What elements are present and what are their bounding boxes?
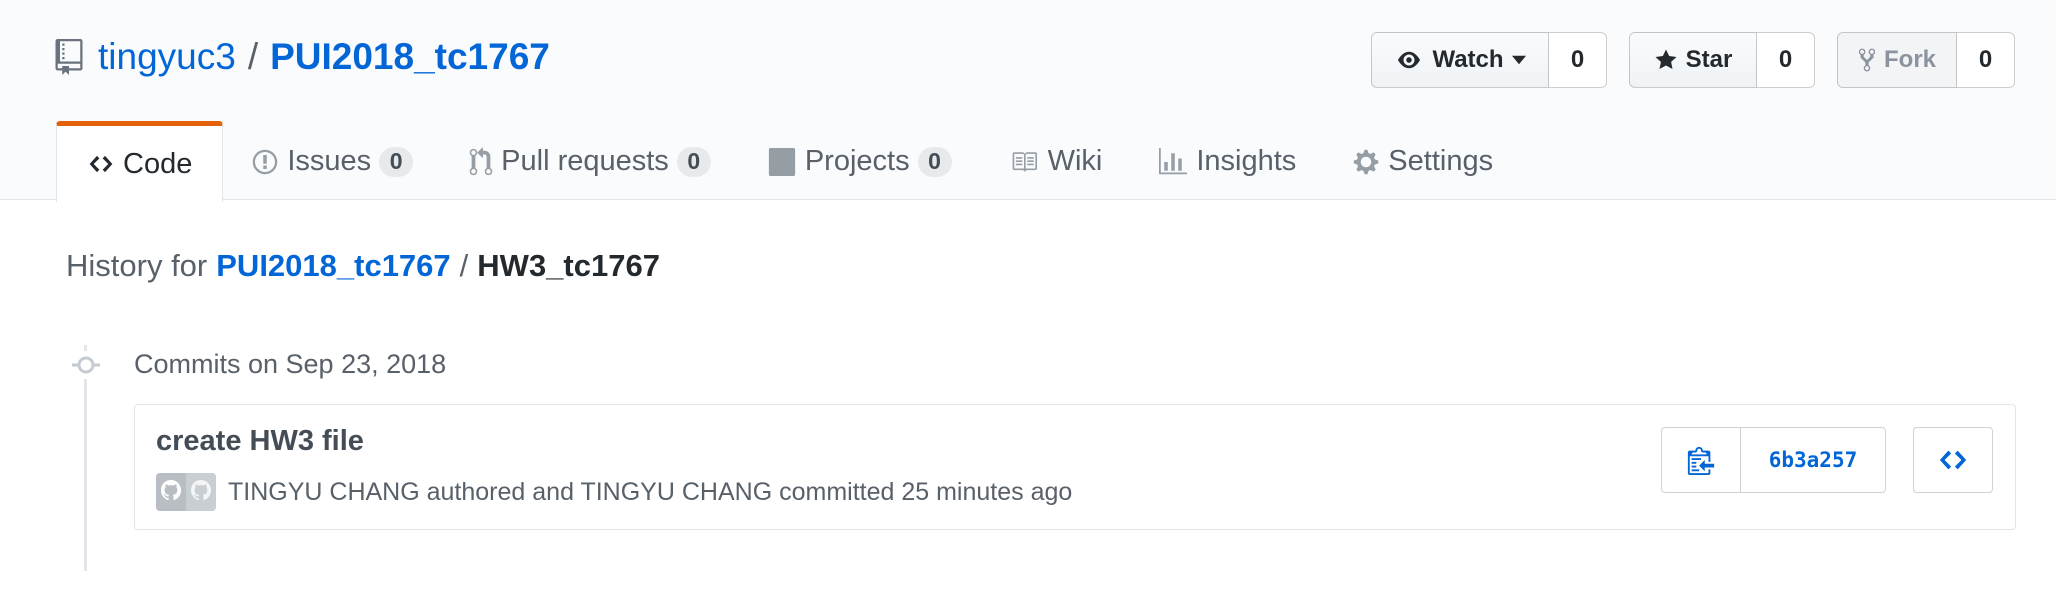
breadcrumb-separator: / — [459, 248, 469, 283]
tab-code[interactable]: Code — [56, 121, 224, 202]
commit-meta: TINGYU CHANG authored and TINGYU CHANG c… — [156, 473, 1072, 511]
history-prefix: History for — [66, 248, 208, 283]
fork-count[interactable]: 0 — [1957, 32, 2015, 88]
sha-group: 6b3a257 — [1661, 427, 1886, 493]
star-icon — [1655, 49, 1677, 69]
tab-settings[interactable]: Settings — [1324, 119, 1521, 201]
browse-repo-at-commit-button[interactable] — [1913, 427, 1993, 493]
graph-icon — [1159, 147, 1188, 174]
watch-button[interactable]: Watch — [1371, 32, 1549, 88]
gear-icon — [1354, 149, 1379, 174]
repo-actions: Watch 0 Star 0 Fork 0 — [1371, 32, 2015, 88]
tab-insights-label: Insights — [1196, 145, 1297, 177]
tab-code-label: Code — [123, 147, 193, 180]
tab-insights[interactable]: Insights — [1130, 119, 1324, 201]
wiki-book-icon — [1012, 151, 1037, 172]
star-group: Star 0 — [1629, 32, 1815, 88]
repo-icon — [55, 39, 83, 75]
commit-message-link[interactable]: create HW3 file — [156, 425, 364, 458]
code-icon — [89, 155, 113, 173]
caret-down-icon — [1511, 55, 1526, 65]
tab-projects[interactable]: Projects 0 — [739, 119, 980, 201]
issues-counter: 0 — [379, 146, 414, 177]
pull-request-icon — [469, 146, 493, 175]
watch-label: Watch — [1432, 46, 1504, 73]
fork-group: Fork 0 — [1837, 32, 2015, 88]
clipboard-icon — [1687, 446, 1715, 475]
tab-pull-requests[interactable]: Pull requests 0 — [441, 119, 739, 201]
copy-sha-button[interactable] — [1661, 427, 1741, 493]
commit-group-title: Commits on Sep 23, 2018 — [134, 348, 447, 379]
pull-requests-counter: 0 — [676, 146, 711, 177]
eye-icon — [1398, 51, 1421, 69]
tab-wiki[interactable]: Wiki — [980, 119, 1131, 201]
commit-item: create HW3 file TINGYU CHANG authored an… — [134, 404, 2016, 530]
repo-owner-link[interactable]: tingyuc3 — [98, 36, 236, 78]
star-count[interactable]: 0 — [1757, 32, 1815, 88]
commit-dot-icon — [72, 351, 100, 379]
repo-nav: Code Issues 0 Pull requests 0 Projects 0 — [56, 119, 1521, 202]
page-title: History for PUI2018_tc1767 / HW3_tc1767 — [66, 246, 660, 286]
repo-title: tingyuc3 / PUI2018_tc1767 — [54, 34, 550, 80]
tab-pull-requests-label: Pull requests — [501, 145, 669, 177]
fork-button[interactable]: Fork — [1837, 32, 1957, 88]
project-icon — [768, 147, 795, 176]
commit-meta-text: TINGYU CHANG authored and TINGYU CHANG c… — [228, 477, 1073, 506]
commit-sha-link[interactable]: 6b3a257 — [1741, 427, 1886, 493]
browse-code-icon — [1939, 450, 1967, 470]
fork-icon — [1858, 48, 1876, 72]
commit-actions: 6b3a257 — [1661, 427, 1993, 493]
star-button[interactable]: Star — [1629, 32, 1757, 88]
fork-label: Fork — [1884, 46, 1937, 73]
tab-issues-label: Issues — [287, 145, 372, 177]
watch-group: Watch 0 — [1371, 32, 1607, 88]
watch-count[interactable]: 0 — [1549, 32, 1607, 88]
issue-icon — [253, 149, 278, 174]
breadcrumb-repo-link[interactable]: PUI2018_tc1767 — [216, 248, 450, 284]
avatar-octocat-icon — [156, 473, 216, 511]
projects-counter: 0 — [917, 146, 952, 177]
tab-issues[interactable]: Issues 0 — [223, 119, 441, 201]
repo-name-link[interactable]: PUI2018_tc1767 — [270, 36, 550, 78]
star-label: Star — [1685, 46, 1733, 73]
tab-wiki-label: Wiki — [1047, 145, 1103, 177]
repo-header: tingyuc3 / PUI2018_tc1767 Watch 0 Star 0… — [0, 0, 2056, 202]
breadcrumb-path: HW3_tc1767 — [477, 248, 660, 283]
tab-projects-label: Projects — [804, 145, 910, 177]
tab-settings-label: Settings — [1388, 145, 1494, 177]
repo-path-separator: / — [247, 36, 259, 77]
avatar[interactable] — [156, 473, 216, 511]
